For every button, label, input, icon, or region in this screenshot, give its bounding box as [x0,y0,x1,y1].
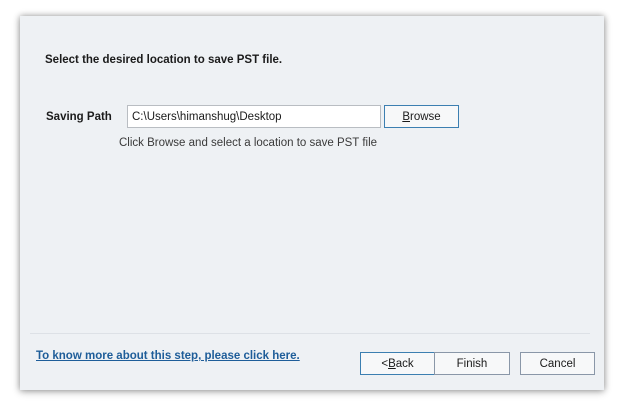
step-heading: Select the desired location to save PST … [45,54,283,66]
export-dialog: Select the desired location to save PST … [20,16,604,390]
back-button-label-prefix: < [381,357,389,370]
cancel-button[interactable]: Cancel [520,352,595,375]
finish-button[interactable]: Finish [434,352,510,375]
saving-path-input[interactable] [127,105,381,128]
footer-separator [30,333,590,334]
saving-path-label: Saving Path [46,111,112,123]
browse-button-mnemonic: B [402,110,410,123]
help-link[interactable]: To know more about this step, please cli… [36,350,300,362]
back-button-mnemonic: B [388,357,396,370]
back-button[interactable]: < Back [360,352,435,375]
saving-path-hint: Click Browse and select a location to sa… [119,137,378,149]
back-button-label-suffix: ack [395,357,414,370]
browse-button-label-suffix: rowse [409,110,441,123]
browse-button[interactable]: Browse [384,105,459,128]
